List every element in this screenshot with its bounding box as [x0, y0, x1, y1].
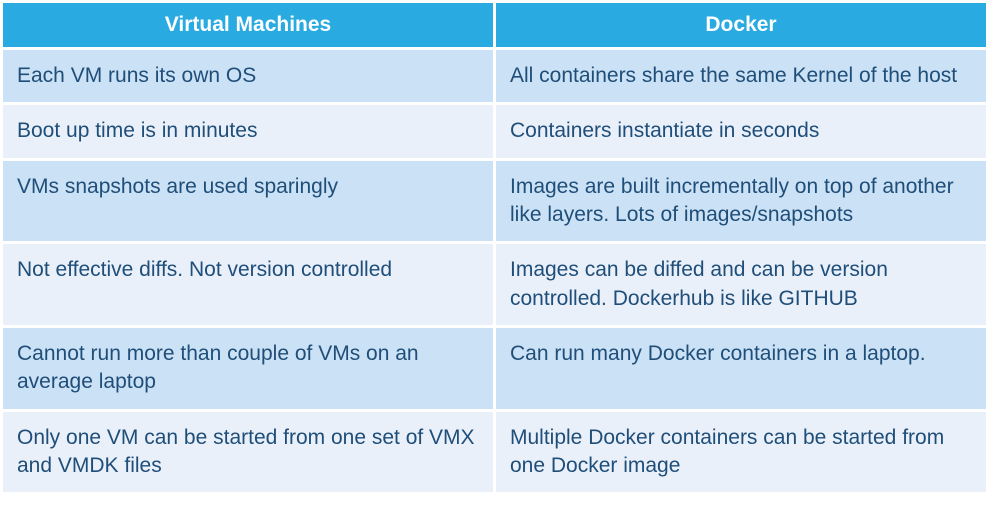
cell-vm: Cannot run more than couple of VMs on an…: [3, 328, 493, 409]
table-header-row: Virtual Machines Docker: [3, 3, 986, 47]
comparison-table: Virtual Machines Docker Each VM runs its…: [0, 0, 989, 495]
table-row: Only one VM can be started from one set …: [3, 412, 986, 493]
table-row: VMs snapshots are used sparingly Images …: [3, 161, 986, 242]
cell-vm: Each VM runs its own OS: [3, 50, 493, 102]
table-row: Not effective diffs. Not version control…: [3, 244, 986, 325]
cell-docker: Can run many Docker containers in a lapt…: [496, 328, 986, 409]
header-docker: Docker: [496, 3, 986, 47]
cell-vm: VMs snapshots are used sparingly: [3, 161, 493, 242]
cell-docker: All containers share the same Kernel of …: [496, 50, 986, 102]
header-virtual-machines: Virtual Machines: [3, 3, 493, 47]
cell-docker: Images can be diffed and can be version …: [496, 244, 986, 325]
cell-docker: Multiple Docker containers can be starte…: [496, 412, 986, 493]
table-row: Cannot run more than couple of VMs on an…: [3, 328, 986, 409]
cell-vm: Not effective diffs. Not version control…: [3, 244, 493, 325]
cell-vm: Only one VM can be started from one set …: [3, 412, 493, 493]
cell-docker: Containers instantiate in seconds: [496, 105, 986, 157]
cell-docker: Images are built incrementally on top of…: [496, 161, 986, 242]
table-row: Boot up time is in minutes Containers in…: [3, 105, 986, 157]
table-row: Each VM runs its own OS All containers s…: [3, 50, 986, 102]
cell-vm: Boot up time is in minutes: [3, 105, 493, 157]
